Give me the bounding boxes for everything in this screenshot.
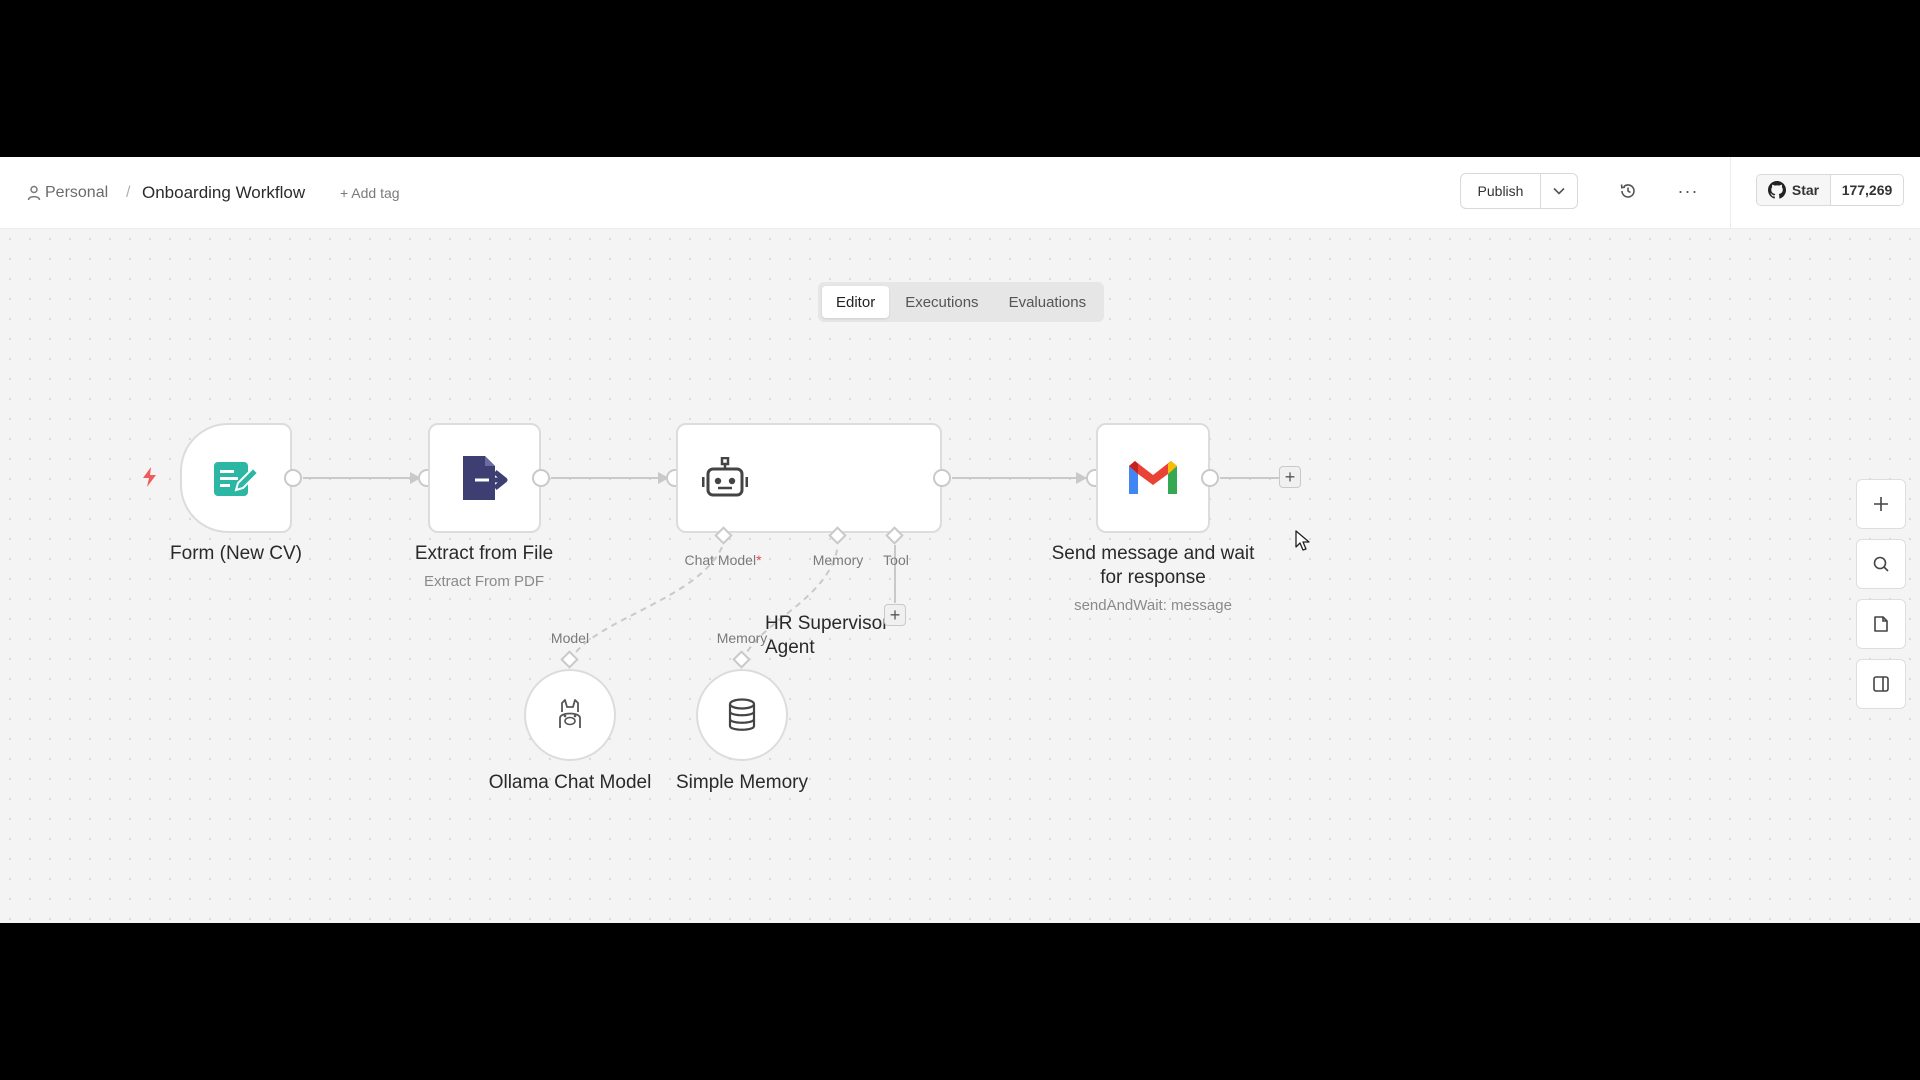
tab-executions[interactable]: Executions [891,286,992,318]
chat-model-slot-label: Chat Model* [670,552,776,568]
workflow-canvas[interactable]: Editor Executions Evaluations [0,229,1920,923]
github-star-button[interactable]: Star [1757,175,1831,205]
gmail-node-label: Send message and wait for response [1051,543,1255,588]
memory-slot-label: Memory [812,552,864,568]
extract-node-label: Extract from File [414,543,554,564]
chevron-down-icon [1553,187,1565,195]
node-extract-from-file[interactable] [428,423,541,533]
llama-icon [559,699,581,728]
view-tabs: Editor Executions Evaluations [818,282,1105,322]
add-tool-button[interactable]: + [884,604,906,626]
chat-model-slot-text: Chat Model [684,552,757,568]
panel-icon [1873,676,1889,692]
extract-node-subtitle: Extract From PDF [423,573,544,590]
form-output-port[interactable] [284,469,302,487]
history-icon [1620,184,1635,198]
robot-icon [702,457,748,497]
file-export-icon [462,456,507,500]
plus-icon [1874,497,1888,511]
tool-slot-label: Tool [883,552,909,568]
search-nodes-button[interactable] [1856,539,1906,589]
publish-button[interactable]: Publish [1461,174,1541,208]
github-icon [1767,181,1786,199]
toggle-panel-button[interactable] [1856,659,1906,709]
node-hr-supervisor-agent[interactable] [676,423,942,533]
publish-dropdown-button[interactable] [1541,174,1577,208]
gmail-output-port[interactable] [1201,469,1219,487]
publish-group: Publish [1460,173,1578,209]
note-icon [1874,616,1888,632]
node-gmail-send-and-wait[interactable] [1096,423,1210,533]
add-next-node-button[interactable]: + [1279,466,1301,488]
ollama-slot-label: Model [550,630,590,646]
memory-node-slot-label: Memory [716,630,768,646]
tab-editor[interactable]: Editor [822,286,890,318]
gmail-node-subtitle: sendAndWait: message [1074,597,1232,614]
canvas-toolbar [1856,479,1906,709]
add-sticky-note-button[interactable] [1856,599,1906,649]
database-icon [728,698,756,731]
top-bar: Personal / Onboarding Workflow + Add tag… [0,157,1920,229]
add-node-button[interactable] [1856,479,1906,529]
memory-node-label: Simple Memory [676,772,808,793]
person-icon [27,185,41,201]
form-node-label: Form (New CV) [170,543,302,564]
extract-output-port[interactable] [532,469,550,487]
required-marker: * [756,552,762,568]
header-divider [1730,157,1731,229]
github-star-count: 177,269 [1831,175,1903,205]
workflow-name[interactable]: Onboarding Workflow [142,183,305,203]
node-ollama-chat-model[interactable] [524,669,616,761]
node-form-trigger[interactable] [180,423,292,533]
search-icon [1873,556,1889,572]
form-edit-icon [214,462,260,496]
breadcrumb-separator: / [126,184,131,201]
more-options-button[interactable]: ··· [1674,177,1702,205]
agent-output-port[interactable] [933,469,951,487]
ollama-node-label: Ollama Chat Model [488,772,652,793]
app-window: Personal / Onboarding Workflow + Add tag… [0,157,1920,923]
history-button[interactable] [1614,177,1642,205]
node-simple-memory[interactable] [696,669,788,761]
gmail-icon [1129,461,1177,494]
github-star-label: Star [1791,182,1820,198]
breadcrumb-project[interactable]: Personal [45,183,108,203]
github-star-group: Star 177,269 [1756,174,1904,206]
lightning-icon [143,467,156,487]
mouse-cursor-icon [1295,530,1310,551]
add-tag-button[interactable]: + Add tag [340,185,400,201]
tab-evaluations[interactable]: Evaluations [995,286,1101,318]
